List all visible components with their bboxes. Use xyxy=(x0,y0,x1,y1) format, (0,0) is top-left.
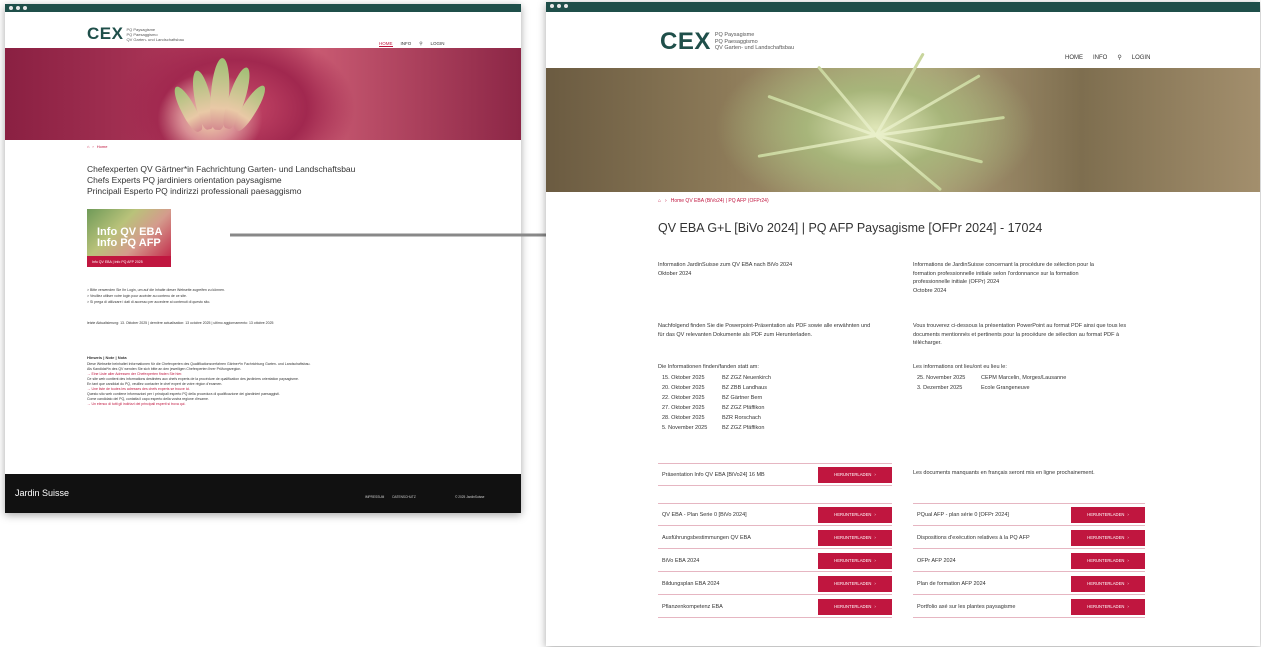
search-icon[interactable]: ⚲ xyxy=(1117,54,1121,61)
close-dot[interactable] xyxy=(9,6,13,10)
fr-heading: Informations de JardinSuisse concernant … xyxy=(913,262,1094,294)
logo-text: CEX xyxy=(660,28,711,55)
datenschutz-link[interactable]: DATENSCHUTZ xyxy=(392,495,416,499)
site-footer: Jardin Suisse IMPRESSUM DATENSCHUTZ © 20… xyxy=(5,474,521,513)
chevron-right-icon: › xyxy=(1127,558,1129,563)
fr-intro: Vous trouverez ci-dessous la présentatio… xyxy=(913,323,1127,346)
doc-row-fr: Plan de formation AFP 2024 HERUNTERLADEN… xyxy=(913,573,1145,595)
download-button[interactable]: HERUNTERLADEN › xyxy=(818,506,892,523)
download-button[interactable]: HERUNTERLADEN › xyxy=(818,529,892,546)
title-de: Chefexperten QV Gärtner*in Fachrichtung … xyxy=(87,164,356,174)
doc-row-fr: Portfolio axé sur les plantes paysagisme… xyxy=(913,596,1145,618)
chevron-right-icon: › xyxy=(1127,581,1129,586)
chevron-right-icon: › xyxy=(874,512,876,517)
fr-missing-note: Les documents manquants en français sero… xyxy=(913,470,1095,476)
download-button[interactable]: HERUNTERLADEN › xyxy=(1071,575,1145,592)
search-icon[interactable]: ⚲ xyxy=(419,41,422,47)
home-page-window: CEX PQ Paysagisme PQ Paesaggismo QV Gart… xyxy=(5,4,521,513)
hero-image-succulent xyxy=(5,48,521,140)
maximize-dot[interactable] xyxy=(564,4,568,8)
title-it: Principali Esperto PQ indirizzi professi… xyxy=(87,186,302,196)
chevron-right-icon: › xyxy=(874,535,876,540)
page-titles: Chefexperten QV Gärtner*in Fachrichtung … xyxy=(87,164,355,197)
doc-row-de: QV EBA - Plan Serie 0 [BiVo 2024] HERUNT… xyxy=(658,504,892,526)
login-notes: > Bitte verwenden Sie Ihr Login, um auf … xyxy=(87,288,225,304)
hero-image-pine xyxy=(546,52,1260,192)
download-button[interactable]: HERUNTERLADEN › xyxy=(1071,598,1145,615)
download-button[interactable]: HERUNTERLADEN › xyxy=(818,466,892,483)
download-button[interactable]: HERUNTERLADEN › xyxy=(1071,529,1145,546)
download-button[interactable]: HERUNTERLADEN › xyxy=(818,598,892,615)
chevron-right-icon: › xyxy=(1127,512,1129,517)
chevron-right-icon: › xyxy=(874,472,876,477)
download-button[interactable]: HERUNTERLADEN › xyxy=(1071,506,1145,523)
minimize-dot[interactable] xyxy=(16,6,20,10)
de-intro: Nachfolgend finden Sie die Powerpoint-Pr… xyxy=(658,323,871,338)
notice-section: Hinweis | Note | Nota Diese Webseite bei… xyxy=(87,355,387,407)
doc-row-de: BiVo EBA 2024 HERUNTERLADEN › xyxy=(658,550,892,572)
logo-subtitle: PQ Paysagisme PQ Paesaggismo QV Garten- … xyxy=(126,26,185,42)
tile-caption: Info QV EBA | Info PQ AFP 2025 xyxy=(87,256,171,267)
title-fr: Chefs Experts PQ jardiniers orientation … xyxy=(87,175,282,185)
page-title: QV EBA G+L [BiVo 2024] | PQ AFP Paysagis… xyxy=(658,221,1043,235)
download-button[interactable]: HERUNTERLADEN › xyxy=(1071,552,1145,569)
doc-row-de: Ausführungsbestimmungen QV EBA HERUNTERL… xyxy=(658,527,892,549)
chevron-right-icon: › xyxy=(874,581,876,586)
maximize-dot[interactable] xyxy=(23,6,27,10)
nav-login[interactable]: LOGIN xyxy=(431,41,445,47)
logo-subtitle: PQ Paysagisme PQ Paesaggismo QV Garten- … xyxy=(714,32,795,52)
nav-home[interactable]: HOME xyxy=(1065,55,1083,61)
notice-title: Hinweis | Note | Nota xyxy=(87,355,127,360)
logo-text: CEX xyxy=(87,24,124,43)
window-titlebar xyxy=(546,2,1260,12)
cex-logo[interactable]: CEX PQ Paysagisme PQ Paesaggismo QV Gart… xyxy=(660,28,794,56)
de-heading: Information JardinSuisse zum QV EBA nach… xyxy=(658,262,793,277)
chevron-right-icon: › xyxy=(1127,535,1129,540)
jardinsuisse-logo[interactable]: Jardin Suisse xyxy=(15,488,69,498)
doc-row-fr: Dispositions d'exécution relatives à la … xyxy=(913,527,1145,549)
expert-list-link-it[interactable]: → Un elenco di tutti gli indirizzi dei p… xyxy=(87,402,387,407)
doc-row-fr: PQual AFP - plan série 0 [OFPr 2024] HER… xyxy=(913,504,1145,526)
de-dates: Die Informationen finden/fanden statt am… xyxy=(658,364,771,431)
site-header: CEX PQ Paysagisme PQ Paesaggismo QV Gart… xyxy=(546,12,1260,68)
main-nav: HOME INFO ⚲ LOGIN xyxy=(1065,54,1151,62)
info-page-window: CEX PQ Paysagisme PQ Paesaggismo QV Gart… xyxy=(546,2,1260,646)
fr-dates: Les informations ont lieu/ont eu lieu le… xyxy=(913,364,1067,391)
nav-info[interactable]: INFO xyxy=(401,41,412,47)
copyright: © 2025 JardinSuisse xyxy=(455,495,485,499)
minimize-dot[interactable] xyxy=(557,4,561,8)
breadcrumb: ⌂ › Home QV EBA (BiVo24) | PQ AFP (OFPr2… xyxy=(658,198,769,204)
main-nav: HOME INFO ⚲ LOGIN xyxy=(379,41,445,47)
breadcrumb-home[interactable]: Home xyxy=(97,144,108,149)
cex-logo[interactable]: CEX PQ Paysagisme PQ Paesaggismo QV Gart… xyxy=(87,24,184,44)
doc-row-de: Pflanzenkompetenz EBA HERUNTERLADEN › xyxy=(658,596,892,618)
info-tile-link[interactable]: Info QV EBA Info PQ AFP Info QV EBA | Inf… xyxy=(87,209,171,267)
nav-info[interactable]: INFO xyxy=(1093,55,1107,61)
download-button[interactable]: HERUNTERLADEN › xyxy=(818,552,892,569)
doc-row-fr: OFPr AFP 2024 HERUNTERLADEN › xyxy=(913,550,1145,572)
chevron-right-icon: › xyxy=(874,604,876,609)
breadcrumb-current[interactable]: Home QV EBA (BiVo24) | PQ AFP (OFPr24) xyxy=(671,198,769,204)
breadcrumb: ⌂ › Home xyxy=(87,144,108,149)
doc-row-de: Bildungsplan EBA 2024 HERUNTERLADEN › xyxy=(658,573,892,595)
impressum-link[interactable]: IMPRESSUM xyxy=(365,495,384,499)
close-dot[interactable] xyxy=(550,4,554,8)
nav-home[interactable]: HOME xyxy=(379,41,393,47)
nav-login[interactable]: LOGIN xyxy=(1132,55,1151,61)
last-updated: letzte Aktualisierung: 13. Oktober 2025 … xyxy=(87,321,274,325)
chevron-right-icon: › xyxy=(1127,604,1129,609)
window-titlebar xyxy=(5,4,521,12)
presentation-download-row: Präsentation Info QV EBA [BiVo24] 16 MB … xyxy=(658,464,892,486)
home-icon[interactable]: ⌂ xyxy=(658,198,661,204)
home-icon[interactable]: ⌂ xyxy=(87,144,89,149)
chevron-right-icon: › xyxy=(874,558,876,563)
download-button[interactable]: HERUNTERLADEN › xyxy=(818,575,892,592)
